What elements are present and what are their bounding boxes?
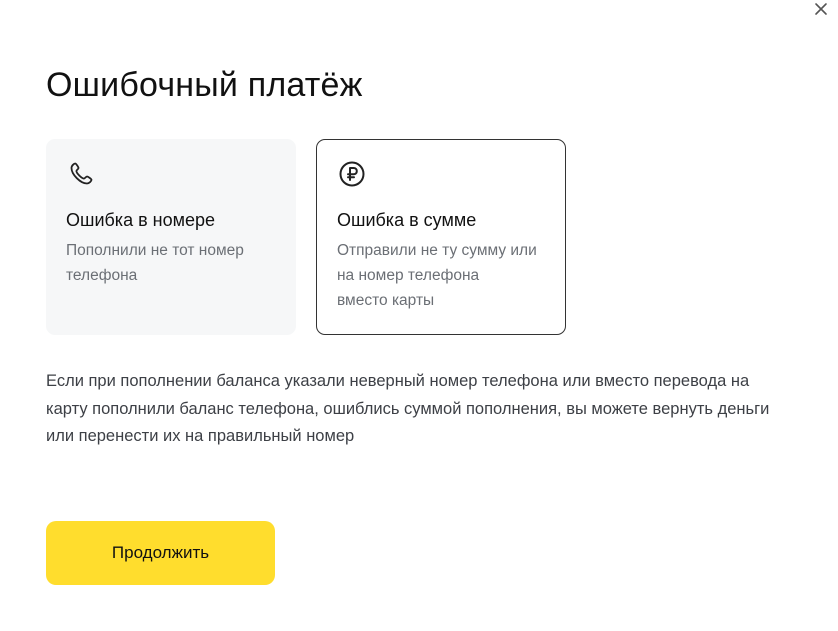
option-card-description: Пополнили не тот номер телефона xyxy=(66,242,244,284)
close-button[interactable] xyxy=(810,0,832,18)
error-payment-modal: Ошибочный платёж Ошибка в номере Пополни… xyxy=(0,0,838,631)
continue-button[interactable]: Продолжить xyxy=(46,521,275,585)
option-card-number-error[interactable]: Ошибка в номере Пополнили не тот номер т… xyxy=(46,139,296,335)
phone-icon xyxy=(70,162,93,185)
option-card-title: Ошибка в номере xyxy=(66,210,216,230)
option-card-description: Отправили не ту сумму или на номер телеф… xyxy=(337,242,537,309)
option-card-title: Ошибка в сумме xyxy=(337,210,477,230)
ruble-icon xyxy=(339,161,365,187)
option-card-amount-error[interactable]: Ошибка в сумме Отправили не ту сумму или… xyxy=(316,139,566,335)
info-description: Если при пополнении баланса указали неве… xyxy=(46,372,770,445)
error-type-options: Ошибка в номере Пополнили не тот номер т… xyxy=(46,139,566,335)
close-icon xyxy=(815,3,827,15)
page-title: Ошибочный платёж xyxy=(46,66,363,104)
